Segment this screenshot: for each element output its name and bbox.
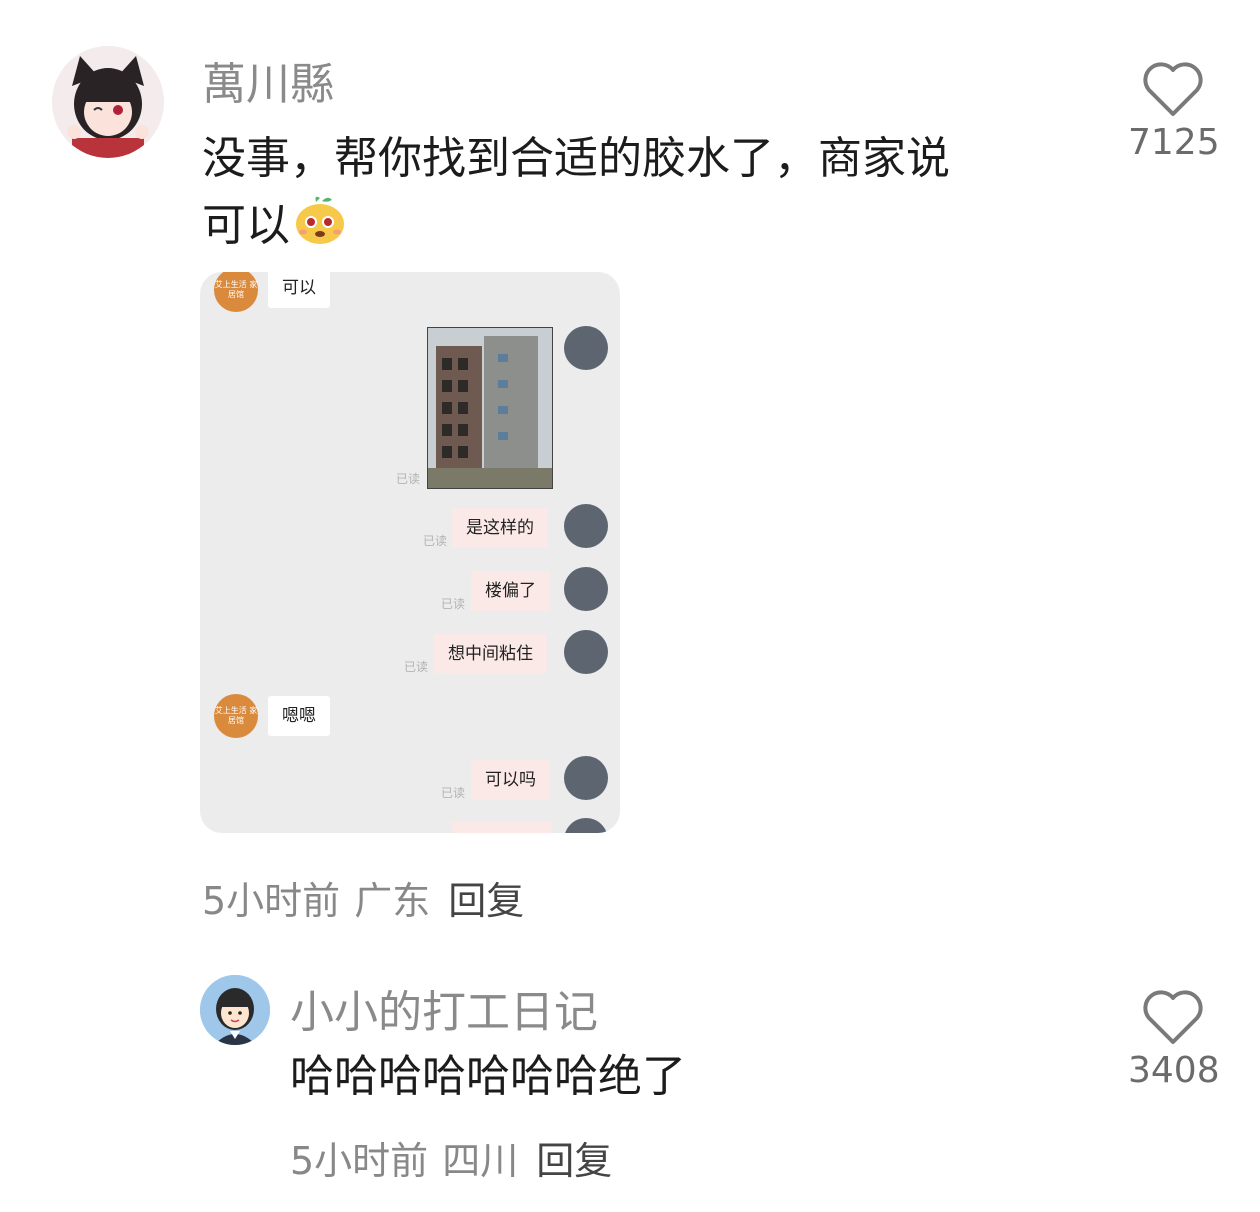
reply-meta: 5小时前 四川 回复 xyxy=(290,1130,612,1185)
mango-emoji-icon xyxy=(292,192,348,248)
user-avatar xyxy=(564,818,608,833)
chat-bubble: 嗯嗯 xyxy=(268,696,330,736)
chat-bubble-partial xyxy=(452,822,552,833)
building-photo xyxy=(427,327,553,489)
read-status: 已读 xyxy=(396,472,421,486)
heart-icon xyxy=(1143,62,1203,116)
user-avatar xyxy=(564,630,608,674)
comment-location: 广东 xyxy=(354,879,431,923)
comment-text: 没事，帮你找到合适的胶水了，商家说 可以 xyxy=(202,126,1082,259)
comment-meta: 5小时前 广东 回复 xyxy=(202,870,524,925)
read-status: 已读 xyxy=(441,786,466,800)
user-avatar xyxy=(564,567,608,611)
chat-bubble: 可以 xyxy=(268,272,330,308)
read-status: 已读 xyxy=(404,660,429,674)
read-status: 已读 xyxy=(423,534,448,548)
comment-text-line2: 可以 xyxy=(202,192,1082,259)
chat-bubble: 可以吗 xyxy=(471,760,550,800)
heart-icon xyxy=(1143,990,1203,1044)
comment-location: 四川 xyxy=(442,1139,519,1183)
read-status: 已读 xyxy=(441,597,466,611)
user-avatar xyxy=(564,326,608,370)
commenter-username[interactable]: 萬川縣 xyxy=(202,48,334,112)
reply-like-button[interactable]: 3408 xyxy=(1128,988,1220,1091)
chat-bubble: 楼偏了 xyxy=(471,571,550,611)
reply-button[interactable]: 回复 xyxy=(536,1139,612,1183)
like-button[interactable]: 7125 xyxy=(1128,60,1220,163)
shop-avatar: 艾上生活 家居馆 xyxy=(214,272,258,312)
chat-bubble: 是这样的 xyxy=(452,508,548,548)
commenter-avatar[interactable] xyxy=(52,46,164,158)
shop-avatar: 艾上生活 家居馆 xyxy=(214,694,258,738)
reply-text: 哈哈哈哈哈哈哈绝了 xyxy=(290,1051,686,1102)
reply-username[interactable]: 小小的打工日记 xyxy=(290,976,598,1040)
user-avatar xyxy=(564,504,608,548)
comment-time: 5小时前 xyxy=(202,879,341,923)
like-count: 7125 xyxy=(1128,122,1220,163)
reply-button[interactable]: 回复 xyxy=(448,879,524,923)
like-count: 3408 xyxy=(1128,1050,1220,1091)
chat-bubble: 想中间粘住 xyxy=(434,634,547,674)
attached-chat-screenshot[interactable]: 艾上生活 家居馆 可以 已读 已读 是这样的 已读 楼偏了 已读 想中间粘住 艾… xyxy=(200,272,620,833)
reply-commenter-avatar[interactable] xyxy=(200,975,270,1045)
comment-text-line1: 没事，帮你找到合适的胶水了，商家说 xyxy=(202,133,950,184)
comment-time: 5小时前 xyxy=(290,1139,429,1183)
user-avatar xyxy=(564,756,608,800)
